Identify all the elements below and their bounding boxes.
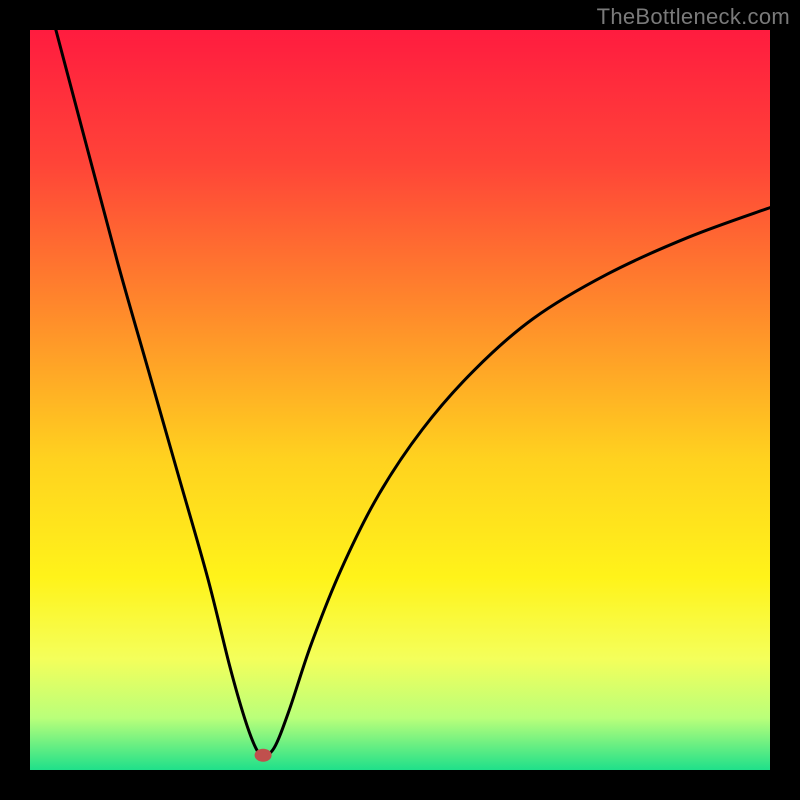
watermark-text: TheBottleneck.com <box>597 4 790 30</box>
gradient-background <box>30 30 770 770</box>
chart-svg <box>30 30 770 770</box>
chart-frame: TheBottleneck.com <box>0 0 800 800</box>
optimal-point-marker <box>255 749 271 761</box>
plot-area <box>30 30 770 770</box>
